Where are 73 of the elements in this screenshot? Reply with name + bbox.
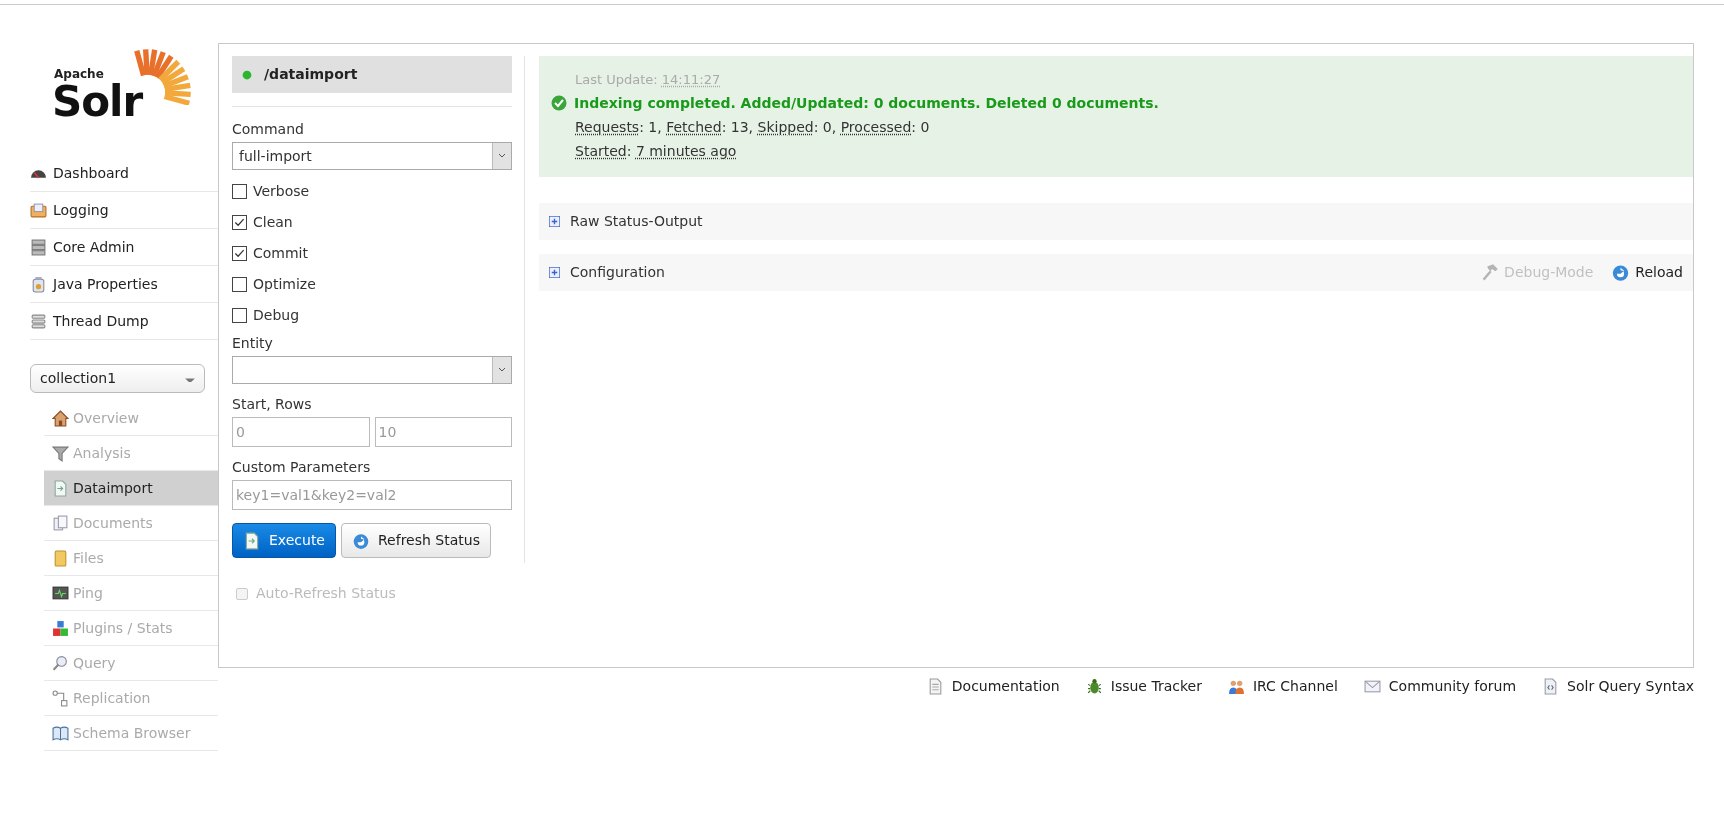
checkbox[interactable] [232, 308, 247, 323]
monitor-icon [52, 584, 69, 602]
footer-link[interactable]: Community forum [1363, 676, 1517, 697]
check-circle-icon [551, 95, 567, 111]
footer-link[interactable]: IRC Channel [1227, 676, 1338, 697]
command-select[interactable]: full-import [232, 142, 512, 170]
nav-link[interactable]: Thread Dump [30, 303, 218, 340]
footer-link[interactable]: Documentation [926, 676, 1060, 697]
checkmark-icon [234, 217, 245, 228]
house-icon [52, 409, 69, 427]
section-toggle[interactable]: Configuration [549, 262, 665, 283]
section-toggle[interactable]: Raw Status-Output [549, 211, 703, 232]
nav-link[interactable]: Dashboard [30, 155, 218, 192]
handler-name: /dataimport [264, 65, 358, 84]
field-label: Custom Parameters [232, 458, 372, 477]
last-update-text: Last Update: 14:11:27 [574, 71, 722, 89]
funnel-icon [52, 444, 69, 462]
started-text: Started: 7 minutes ago [574, 141, 738, 161]
reload-icon [1611, 263, 1631, 282]
checkbox[interactable] [232, 277, 247, 292]
document-icon [243, 531, 261, 550]
nav-link[interactable]: Logging [30, 192, 218, 229]
jar-icon [30, 275, 47, 293]
status-dot-icon [242, 69, 252, 80]
checkbox[interactable] [232, 215, 247, 230]
plus-icon [549, 216, 560, 227]
stats-text: Requests: 1, Fetched: 13, Skipped: 0, Processed: 0 [574, 117, 931, 137]
people-icon [1227, 678, 1245, 695]
input-field[interactable]: key1=val1&key2=val2 [232, 480, 512, 510]
bug-icon [1085, 678, 1103, 695]
search-icon [52, 654, 69, 672]
envelope-icon [1363, 678, 1381, 695]
field-label: Start, Rows [232, 395, 313, 414]
checkbox-label: Auto-Refresh Status [256, 584, 396, 603]
nodes-icon [52, 689, 69, 707]
logo-caption: Apache [54, 68, 104, 80]
checkbox-label: Debug [253, 306, 300, 325]
chevron-icon [497, 366, 507, 374]
document-icon [52, 479, 69, 497]
chevron-icon [497, 152, 507, 160]
input-field[interactable]: 0 [232, 417, 370, 447]
nav-link[interactable]: Core Admin [30, 229, 218, 266]
book-icon [52, 724, 69, 742]
checkbox[interactable] [232, 184, 247, 199]
nav-link[interactable]: Dataimport [44, 471, 218, 506]
checkbox-label: Commit [253, 244, 308, 263]
input-field[interactable]: 10 [374, 417, 512, 447]
stack-icon [30, 312, 47, 330]
plus-icon [549, 267, 560, 278]
folder-icon [52, 549, 69, 567]
refresh-button[interactable]: Refresh Status [341, 523, 491, 558]
execute-button[interactable]: Execute [232, 523, 336, 558]
checkbox-label: Verbose [253, 182, 310, 201]
core-selector[interactable]: collection1 [30, 364, 205, 393]
checkbox-label: Clean [253, 213, 293, 232]
reload-icon [352, 531, 370, 550]
hammer-icon [1480, 263, 1500, 282]
caret-icon [185, 375, 195, 382]
checkbox-label: Optimize [253, 275, 316, 294]
blocks-icon [52, 619, 69, 637]
inbox-icon [30, 201, 47, 219]
nav-link[interactable]: Java Properties [30, 266, 218, 303]
documents-icon [52, 514, 69, 532]
status-message: Indexing completed. Added/Updated: 0 documents. Deleted 0 documents. [574, 93, 1159, 113]
checkbox[interactable] [232, 246, 247, 261]
server-icon [30, 238, 47, 256]
footer-link[interactable]: Issue Tracker [1085, 676, 1202, 697]
field-label: Command [232, 120, 305, 139]
section-action[interactable]: Reload [1611, 262, 1683, 283]
field-label: Entity [232, 334, 274, 353]
logo-wordmark: Solr [52, 81, 143, 123]
footer-link[interactable]: Solr Query Syntax [1542, 676, 1694, 697]
checkmark-icon [234, 248, 245, 259]
